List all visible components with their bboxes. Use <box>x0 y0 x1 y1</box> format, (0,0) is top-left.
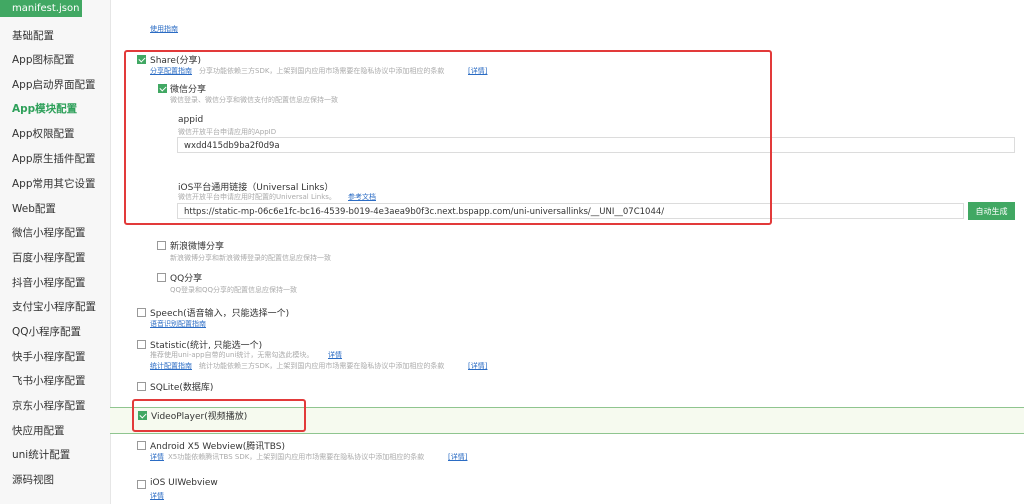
sidebar-item-uni-stat[interactable]: uni统计配置 <box>12 447 70 462</box>
sidebar-item-kuaishou-mp[interactable]: 快手小程序配置 <box>12 349 86 364</box>
sidebar-item-weixin-mp[interactable]: 微信小程序配置 <box>12 225 86 240</box>
qq-share-desc: QQ登录和QQ分享的配置信息应保持一致 <box>170 286 298 294</box>
statistic-guide-link[interactable]: 统计配置指南 <box>150 361 192 371</box>
videoplayer-title: VideoPlayer(视频播放) <box>151 412 248 422</box>
wechat-share-title: 微信分享 <box>170 85 207 95</box>
appid-label: appid <box>178 115 204 125</box>
speech-title: Speech(语音输入，只能选择一个) <box>150 309 290 319</box>
wechat-share-checkbox[interactable] <box>158 84 167 93</box>
sqlite-title: SQLite(数据库) <box>150 383 214 393</box>
sidebar-item-web[interactable]: Web配置 <box>12 201 56 216</box>
speech-guide-link[interactable]: 语音识别配置指南 <box>150 319 206 329</box>
sidebar-item-feishu-mp[interactable]: 飞书小程序配置 <box>12 373 86 388</box>
sidebar: manifest.json 基础配置 App图标配置 App启动界面配置 App… <box>0 0 111 504</box>
sidebar-item-douyin-mp[interactable]: 抖音小程序配置 <box>12 275 86 290</box>
statistic-desc2: 统计功能依赖三方SDK，上架到国内应用市场需要在隐私协议中添加相应的条款 <box>199 362 445 370</box>
sidebar-item-app-modules[interactable]: App模块配置 <box>12 101 77 116</box>
share-detail-link[interactable]: [详情] <box>468 66 487 76</box>
weibo-share-title: 新浪微博分享 <box>170 242 225 252</box>
universal-links-doc-link[interactable]: 参考文档 <box>348 192 376 202</box>
weibo-share-checkbox[interactable] <box>157 241 166 250</box>
sidebar-item-app-splash[interactable]: App启动界面配置 <box>12 77 96 92</box>
statistic-checkbox[interactable] <box>137 340 146 349</box>
sidebar-item-app-other[interactable]: App常用其它设置 <box>12 176 96 191</box>
auto-generate-button[interactable]: 自动生成 <box>968 202 1015 220</box>
statistic-detail-link[interactable]: 详情 <box>328 350 342 360</box>
videoplayer-checkbox[interactable] <box>138 411 147 420</box>
android-x5-detail-link[interactable]: 详情 <box>150 452 164 462</box>
universal-links-input[interactable]: https://static-mp-06c6e1fc-bc16-4539-b01… <box>177 203 964 219</box>
wechat-share-desc: 微信登录、微信分享和微信支付的配置信息应保持一致 <box>170 96 338 104</box>
android-x5-detail-link-2[interactable]: [详情] <box>448 452 467 462</box>
weibo-share-desc: 新浪微博分享和新浪微博登录的配置信息应保持一致 <box>170 254 331 262</box>
top-guide-link[interactable]: 使用指南 <box>150 24 178 34</box>
ios-uiwebview-checkbox[interactable] <box>137 480 146 489</box>
appid-input[interactable]: wxdd415db9ba2f0d9a <box>177 137 1015 153</box>
android-x5-title: Android X5 Webview(腾讯TBS) <box>150 442 286 452</box>
qq-share-checkbox[interactable] <box>157 273 166 282</box>
qq-share-title: QQ分享 <box>170 274 203 284</box>
sidebar-item-qq-mp[interactable]: QQ小程序配置 <box>12 324 81 339</box>
sidebar-item-app-icon[interactable]: App图标配置 <box>12 52 75 67</box>
share-guide-link[interactable]: 分享配置指南 <box>150 66 192 76</box>
sidebar-item-baidu-mp[interactable]: 百度小程序配置 <box>12 250 86 265</box>
appid-hint: 微信开放平台申请应用的AppID <box>178 128 277 136</box>
ios-uiwebview-detail-link[interactable]: 详情 <box>150 491 164 501</box>
universal-links-hint: 微信开放平台申请应用时配置的Universal Links。 <box>178 193 336 201</box>
sidebar-item-quickapp[interactable]: 快应用配置 <box>12 423 65 438</box>
speech-checkbox[interactable] <box>137 308 146 317</box>
share-desc: 分享功能依赖三方SDK，上架到国内应用市场需要在隐私协议中添加相应的条款 <box>199 67 445 75</box>
share-title: Share(分享) <box>150 56 201 66</box>
sidebar-item-basic[interactable]: 基础配置 <box>12 28 54 43</box>
sqlite-checkbox[interactable] <box>137 382 146 391</box>
android-x5-checkbox[interactable] <box>137 441 146 450</box>
statistic-detail-link-2[interactable]: [详情] <box>468 361 487 371</box>
sidebar-item-app-native-plugins[interactable]: App原生插件配置 <box>12 151 96 166</box>
ios-uiwebview-title: iOS UIWebview <box>150 478 218 488</box>
statistic-desc: 推荐使用uni-app自带的uni统计，无需勾选此模块。 <box>150 351 314 359</box>
android-x5-desc: X5功能依赖腾讯TBS SDK，上架到国内应用市场需要在隐私协议中添加相应的条款 <box>168 453 425 461</box>
sidebar-item-source-view[interactable]: 源码视图 <box>12 472 54 487</box>
file-tab-manifest[interactable]: manifest.json <box>0 0 82 17</box>
sidebar-item-alipay-mp[interactable]: 支付宝小程序配置 <box>12 299 96 314</box>
share-checkbox[interactable] <box>137 55 146 64</box>
sidebar-item-app-permissions[interactable]: App权限配置 <box>12 126 75 141</box>
sidebar-item-jd-mp[interactable]: 京东小程序配置 <box>12 398 86 413</box>
